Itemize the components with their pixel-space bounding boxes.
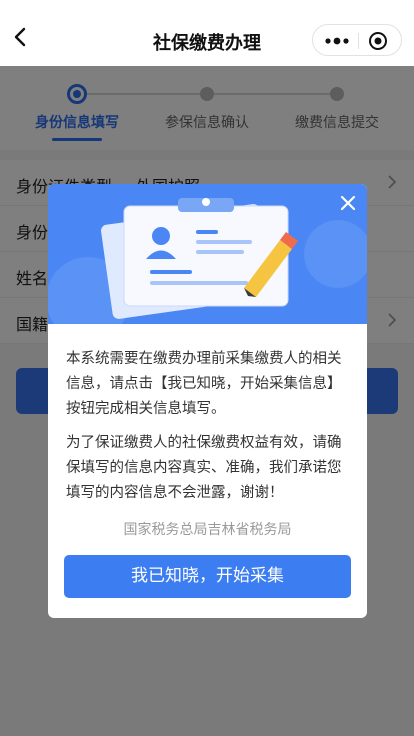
target-circle-icon[interactable] <box>368 31 388 51</box>
notice-paragraph-1: 本系统需要在缴费办理前采集缴费人的相关信息，请点击【我已知晓，开始采集信息】按钮… <box>66 351 342 417</box>
notice-dialog: 本系统需要在缴费办理前采集缴费人的相关信息，请点击【我已知晓，开始采集信息】按钮… <box>48 184 367 618</box>
id-card-illustration <box>48 198 367 341</box>
notice-paragraph-2: 为了保证缴费人的社保缴费权益有效，请确保填写的信息内容真实、准确，我们承诺您填写… <box>66 435 342 501</box>
issuer-signature: 国家税务总局吉林省税务局 <box>123 522 292 538</box>
close-icon[interactable] <box>339 194 357 212</box>
mini-program-capsule <box>312 24 402 56</box>
more-dots-icon[interactable] <box>323 33 351 49</box>
nav-bar: 社保缴费办理 <box>0 0 414 66</box>
capsule-divider <box>358 33 359 49</box>
dialog-banner <box>48 184 367 341</box>
confirm-start-button[interactable]: 我已知晓，开始采集 <box>64 555 351 598</box>
